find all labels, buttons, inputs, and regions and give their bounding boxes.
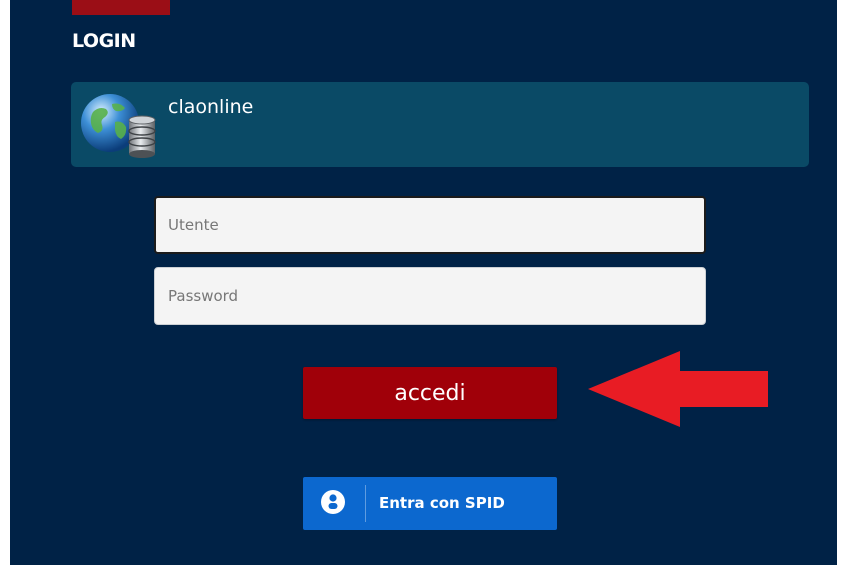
spid-separator <box>365 485 366 522</box>
username-input[interactable] <box>154 196 706 254</box>
top-accent-bar <box>72 0 170 15</box>
spid-label: Entra con SPID <box>379 494 505 512</box>
profile-card[interactable]: claonline <box>71 82 809 167</box>
red-arrow-left-icon <box>588 351 768 427</box>
user-icon <box>321 490 345 514</box>
page-title: LOGIN <box>72 30 136 52</box>
globe-database-icon <box>81 94 156 158</box>
login-button[interactable]: accedi <box>303 367 557 419</box>
spid-login-button[interactable]: Entra con SPID <box>303 477 557 530</box>
password-input[interactable] <box>154 267 706 325</box>
profile-name: claonline <box>168 96 254 118</box>
